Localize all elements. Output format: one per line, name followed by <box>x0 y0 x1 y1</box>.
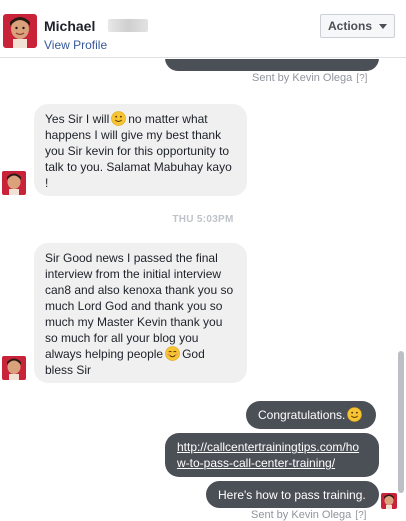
outgoing-message[interactable]: Here's how to pass training. <box>206 481 379 508</box>
message-line: always helping people God <box>45 346 205 361</box>
caret-down-icon <box>379 23 387 29</box>
sender-avatar[interactable] <box>2 171 26 195</box>
timestamp-divider: THU 5:03PM <box>172 214 234 225</box>
avatar[interactable] <box>3 14 37 48</box>
incoming-message[interactable]: Sir Good news I passed the final intervi… <box>34 243 247 383</box>
training-link[interactable]: http://callcentertrainingtips.com/ho w-to… <box>177 440 359 470</box>
help-icon[interactable]: [?] <box>354 509 367 521</box>
message-line: so much for all your blog you <box>45 331 199 345</box>
outgoing-message-partial[interactable] <box>165 59 379 71</box>
actions-button[interactable]: Actions <box>320 14 395 38</box>
smiley-emoji-icon <box>111 111 127 126</box>
sent-by-label: Sent by Kevin Olega [?] <box>251 509 367 521</box>
conversation-header: Michael View Profile Actions <box>0 0 406 58</box>
message-line: interview from the initial interview <box>45 267 222 281</box>
contact-name[interactable]: Michael <box>44 18 95 34</box>
message-line: much my Master Kevin thank you <box>45 315 223 329</box>
blush-emoji-icon <box>165 346 180 361</box>
message-line: bless Sir <box>45 363 92 377</box>
redacted-surname <box>108 19 148 32</box>
help-icon[interactable]: [?] <box>355 72 368 85</box>
incoming-message[interactable]: Yes Sir I will no matter what happens I w… <box>34 104 247 196</box>
sender-avatar[interactable] <box>2 356 26 380</box>
scrollbar-thumb[interactable] <box>398 351 404 493</box>
view-profile-link[interactable]: View Profile <box>44 38 107 52</box>
outgoing-message[interactable]: Congratulations. <box>246 401 377 429</box>
sent-by-label: Sent by Kevin Olega [?] <box>252 72 368 84</box>
message-line: Yes Sir I will no matter what <box>45 111 208 126</box>
smiley-emoji-icon <box>347 407 363 422</box>
message-line: Sir Good news I passed the final <box>45 251 218 265</box>
message-thread[interactable]: Sent by Kevin Olega [?] Yes Sir I will no … <box>0 59 406 521</box>
message-line: happens I will give my best thank <box>45 128 222 142</box>
message-line: ! <box>45 176 49 190</box>
message-line: much Lord God and thank you so <box>45 299 223 313</box>
message-line: can8 and also kenoxa thank you so <box>45 283 234 297</box>
actions-label: Actions <box>327 19 372 33</box>
message-line: you Sir kevin for this opportunity to <box>45 144 230 158</box>
outgoing-link-message[interactable]: http://callcentertrainingtips.com/ho w-to… <box>165 433 379 477</box>
sender-avatar[interactable] <box>381 493 397 509</box>
message-line: talk to you. Salamat Mabuhay kayo <box>45 160 232 174</box>
